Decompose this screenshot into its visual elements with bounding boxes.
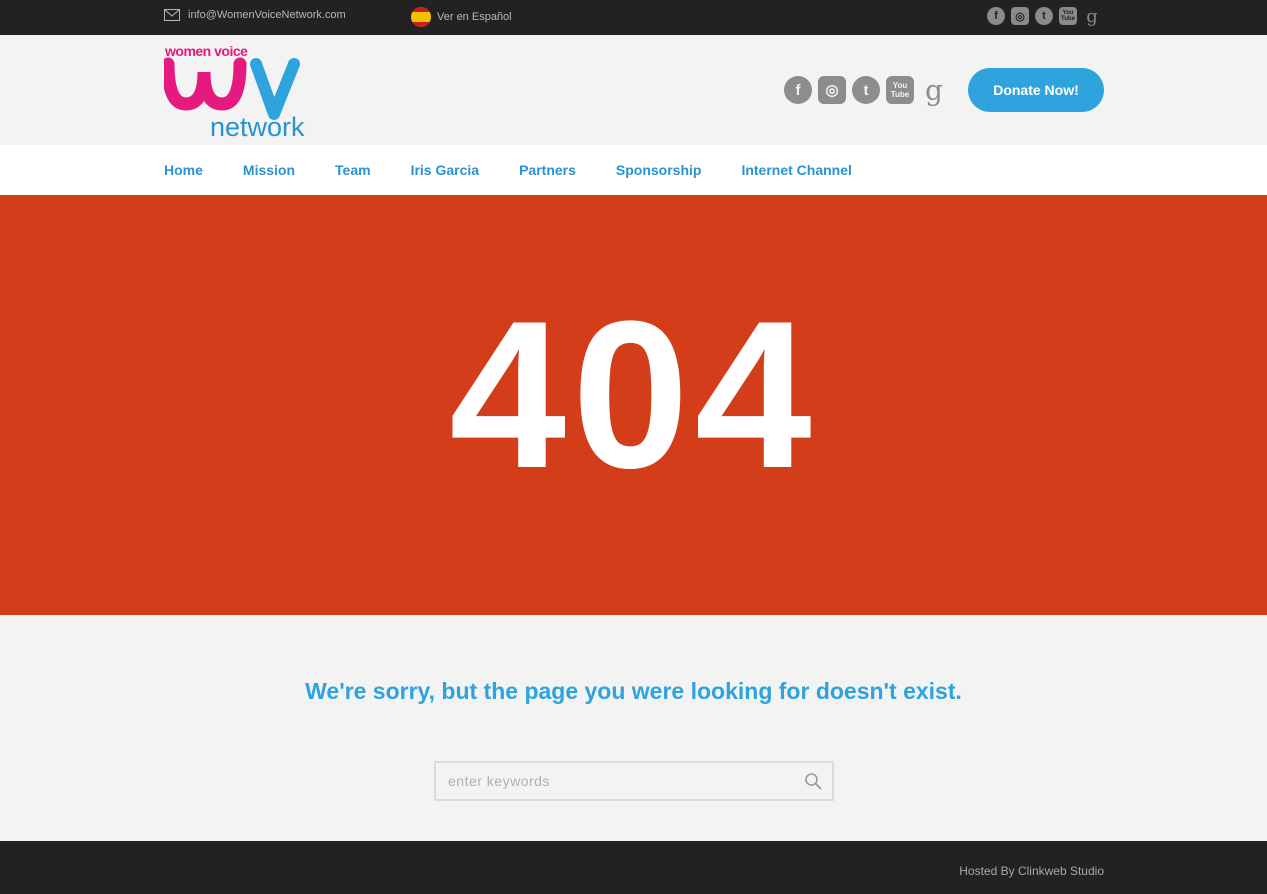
error-code: 404: [449, 277, 818, 512]
logo-line1: women voice: [164, 43, 248, 59]
site-footer: Hosted By Clinkweb Studio: [0, 841, 1267, 894]
nav-item-home[interactable]: Home: [164, 162, 203, 178]
spain-flag-icon: [411, 7, 431, 27]
instagram-icon[interactable]: ◎: [818, 76, 846, 104]
women-voice-network-logo[interactable]: women voice network: [164, 42, 324, 139]
error-message: We're sorry, but the page you were looki…: [305, 678, 962, 704]
search-input[interactable]: [436, 763, 786, 799]
top-social-links: f ◎ t You Tube g: [987, 6, 1101, 27]
language-link[interactable]: Ver en Español: [411, 7, 512, 27]
nav-item-partners[interactable]: Partners: [519, 162, 576, 178]
twitter-icon[interactable]: t: [852, 76, 880, 104]
search-form: [434, 761, 834, 801]
nav-item-team[interactable]: Team: [335, 162, 371, 178]
error-hero: 404: [0, 195, 1267, 615]
google-icon[interactable]: g: [920, 74, 948, 107]
header-social-links: f ◎ t You Tube g: [784, 74, 948, 107]
google-icon[interactable]: g: [1083, 6, 1101, 27]
facebook-icon[interactable]: f: [987, 7, 1005, 25]
nav-item-internet-channel[interactable]: Internet Channel: [741, 162, 851, 178]
top-bar: info@WomenVoiceNetwork.com Ver en Españo…: [0, 0, 1267, 35]
mail-icon: [164, 9, 180, 21]
youtube-icon[interactable]: You Tube: [886, 76, 914, 104]
instagram-icon[interactable]: ◎: [1011, 7, 1029, 25]
nav-item-mission[interactable]: Mission: [243, 162, 295, 178]
donate-button[interactable]: Donate Now!: [968, 68, 1104, 112]
nav-item-sponsorship[interactable]: Sponsorship: [616, 162, 702, 178]
site-header: women voice network f ◎ t You Tube g Don…: [0, 35, 1267, 145]
nav-item-iris-garcia[interactable]: Iris Garcia: [411, 162, 480, 178]
email-text: info@WomenVoiceNetwork.com: [188, 9, 346, 21]
main-nav: Home Mission Team Iris Garcia Partners S…: [0, 145, 1267, 195]
search-icon[interactable]: [804, 772, 822, 790]
youtube-icon[interactable]: You Tube: [1059, 7, 1077, 25]
hosted-by-text[interactable]: Hosted By Clinkweb Studio: [959, 864, 1104, 878]
language-text: Ver en Español: [437, 11, 512, 23]
logo-line2: network: [210, 112, 305, 139]
email-link[interactable]: info@WomenVoiceNetwork.com: [164, 9, 346, 21]
twitter-icon[interactable]: t: [1035, 7, 1053, 25]
facebook-icon[interactable]: f: [784, 76, 812, 104]
